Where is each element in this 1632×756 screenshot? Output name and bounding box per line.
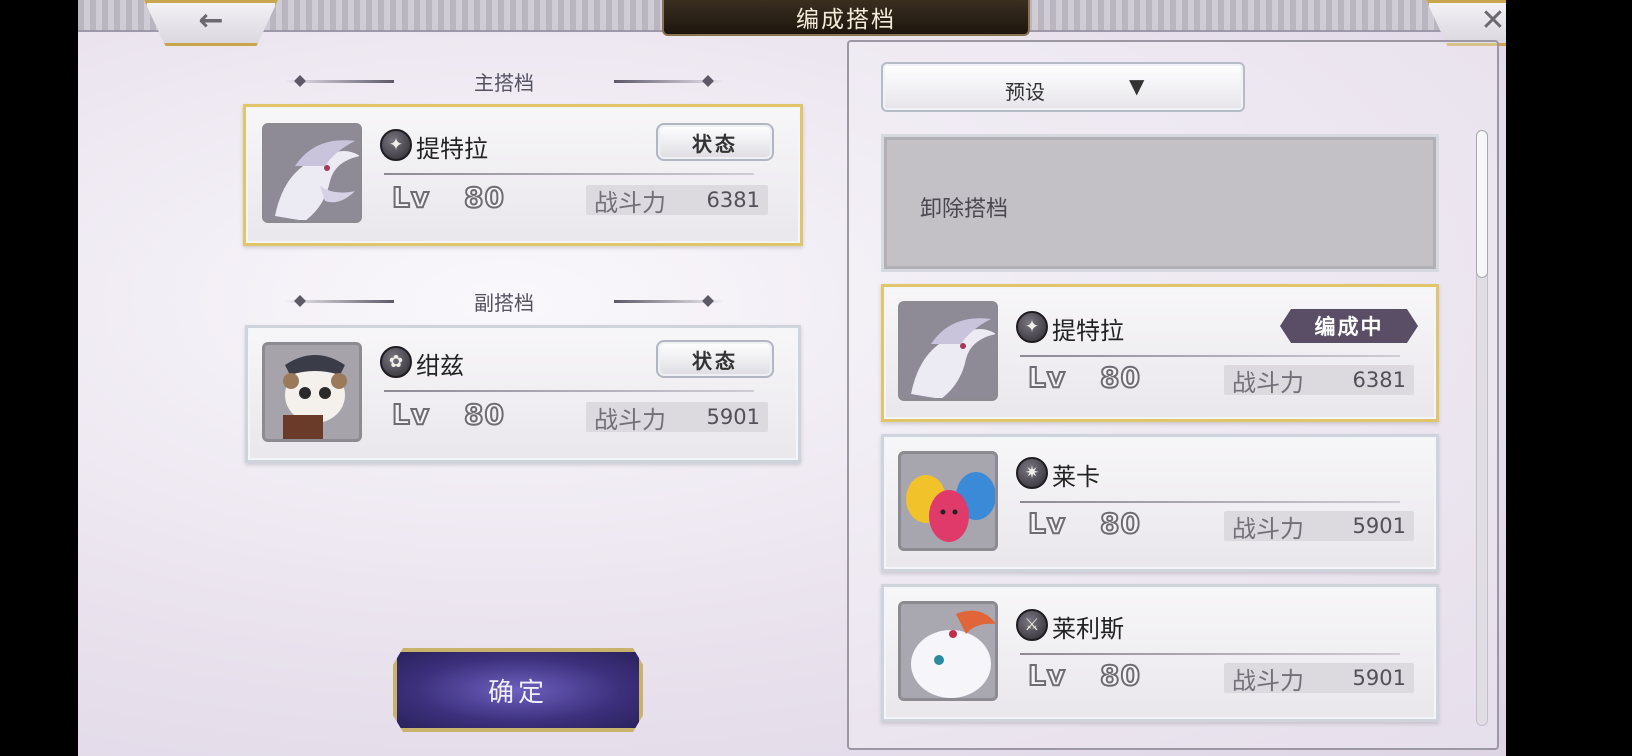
in-formation-badge: 编成中 bbox=[1280, 309, 1418, 343]
main-partner-portrait bbox=[262, 123, 362, 223]
level-label: Lv bbox=[391, 397, 431, 432]
list-item-name: 莱卡 bbox=[1052, 463, 1100, 491]
three-creatures-portrait-image bbox=[901, 454, 995, 548]
sub-partner-status-button[interactable]: 状态 bbox=[656, 340, 774, 378]
power-label: 战斗力 bbox=[594, 188, 666, 217]
panda-portrait-image bbox=[265, 345, 359, 439]
power-value: 6381 bbox=[1352, 368, 1406, 392]
star-element-icon: ✦ bbox=[1016, 311, 1048, 343]
power-box: 战斗力 5901 bbox=[586, 402, 768, 434]
dragon-portrait-image bbox=[901, 304, 995, 398]
main-partner-name: 提特拉 bbox=[416, 135, 488, 163]
preset-dropdown[interactable]: 预设 ▼ bbox=[881, 62, 1245, 112]
sub-partner-label: 副搭档 bbox=[474, 290, 534, 315]
list-item-name: 提特拉 bbox=[1052, 317, 1124, 345]
main-partner-status-button[interactable]: 状态 bbox=[656, 123, 774, 161]
ornament-left bbox=[284, 80, 394, 83]
sub-partner-card[interactable]: ✿ 绀兹 状态 Lv 80 战斗力 5901 bbox=[245, 325, 801, 463]
right-letterbox bbox=[1506, 0, 1632, 756]
page-title: 编成搭档 bbox=[796, 7, 896, 33]
ornament-right bbox=[614, 300, 724, 303]
list-scrollbar-thumb[interactable] bbox=[1476, 130, 1488, 278]
level-value: 80 bbox=[1099, 360, 1141, 395]
power-box: 战斗力 6381 bbox=[1224, 365, 1414, 397]
main-partner-card[interactable]: ✦ 提特拉 状态 Lv 80 战斗力 6381 bbox=[243, 104, 803, 246]
divider bbox=[384, 390, 754, 392]
confirm-label: 确定 bbox=[487, 677, 548, 708]
level-value: 80 bbox=[463, 180, 505, 215]
level-value: 80 bbox=[1099, 506, 1141, 541]
close-icon: ✕ bbox=[1480, 3, 1506, 38]
chevron-down-icon: ▼ bbox=[1129, 74, 1145, 98]
level-label: Lv bbox=[1027, 360, 1067, 395]
power-box: 战斗力 5901 bbox=[1224, 663, 1414, 695]
remove-partner-button[interactable]: 卸除搭档 bbox=[881, 134, 1439, 272]
list-item-portrait bbox=[898, 301, 998, 401]
spiral-element-icon: ✿ bbox=[380, 346, 412, 378]
power-value: 5901 bbox=[1352, 514, 1406, 538]
sword-element-icon: ⚔ bbox=[1016, 609, 1048, 641]
list-item-portrait bbox=[898, 451, 998, 551]
ornament-right bbox=[614, 80, 724, 83]
level-label: Lv bbox=[1027, 658, 1067, 693]
list-item[interactable]: ⚔ 莱利斯 Lv 80 战斗力 5901 bbox=[881, 584, 1439, 722]
divider bbox=[1020, 355, 1400, 357]
power-label: 战斗力 bbox=[1232, 514, 1304, 543]
power-value: 5901 bbox=[706, 405, 760, 429]
page-title-plate: 编成搭档 bbox=[662, 0, 1030, 36]
sub-partner-portrait bbox=[262, 342, 362, 442]
preset-label: 预设 bbox=[1005, 80, 1045, 104]
power-label: 战斗力 bbox=[1232, 368, 1304, 397]
list-item-name: 莱利斯 bbox=[1052, 615, 1124, 643]
arrow-left-icon: ← bbox=[198, 3, 224, 38]
partner-formation-screen: ← ✕ 编成搭档 主搭档 ✦ 提特拉 状态 Lv 80 战斗力 6381 副搭档… bbox=[78, 0, 1506, 756]
power-box: 战斗力 6381 bbox=[586, 185, 768, 217]
power-label: 战斗力 bbox=[1232, 666, 1304, 695]
divider bbox=[384, 173, 754, 175]
level-label: Lv bbox=[1027, 506, 1067, 541]
level-value: 80 bbox=[463, 397, 505, 432]
list-item[interactable]: ✷ 莱卡 Lv 80 战斗力 5901 bbox=[881, 434, 1439, 572]
ornament-left bbox=[284, 300, 394, 303]
level-value: 80 bbox=[1099, 658, 1141, 693]
confirm-button[interactable]: 确定 bbox=[393, 648, 643, 732]
divider bbox=[1020, 501, 1400, 503]
cross-element-icon: ✷ bbox=[1016, 457, 1048, 489]
back-button[interactable]: ← bbox=[144, 0, 278, 46]
list-item-portrait bbox=[898, 601, 998, 701]
level-label: Lv bbox=[391, 180, 431, 215]
star-element-icon: ✦ bbox=[380, 129, 412, 161]
remove-partner-label: 卸除搭档 bbox=[920, 197, 1009, 222]
main-partner-heading: 主搭档 bbox=[284, 68, 724, 95]
power-value: 5901 bbox=[1352, 666, 1406, 690]
dragon-portrait-image bbox=[265, 126, 359, 220]
left-letterbox bbox=[0, 0, 78, 756]
divider bbox=[1020, 653, 1400, 655]
power-label: 战斗力 bbox=[594, 405, 666, 434]
main-partner-label: 主搭档 bbox=[474, 70, 534, 95]
power-value: 6381 bbox=[706, 188, 760, 212]
sub-partner-heading: 副搭档 bbox=[284, 288, 724, 315]
sub-partner-name: 绀兹 bbox=[416, 352, 464, 380]
power-box: 战斗力 5901 bbox=[1224, 511, 1414, 543]
list-item[interactable]: ✦ 提特拉 编成中 Lv 80 战斗力 6381 bbox=[881, 284, 1439, 422]
white-beast-portrait-image bbox=[901, 604, 995, 698]
